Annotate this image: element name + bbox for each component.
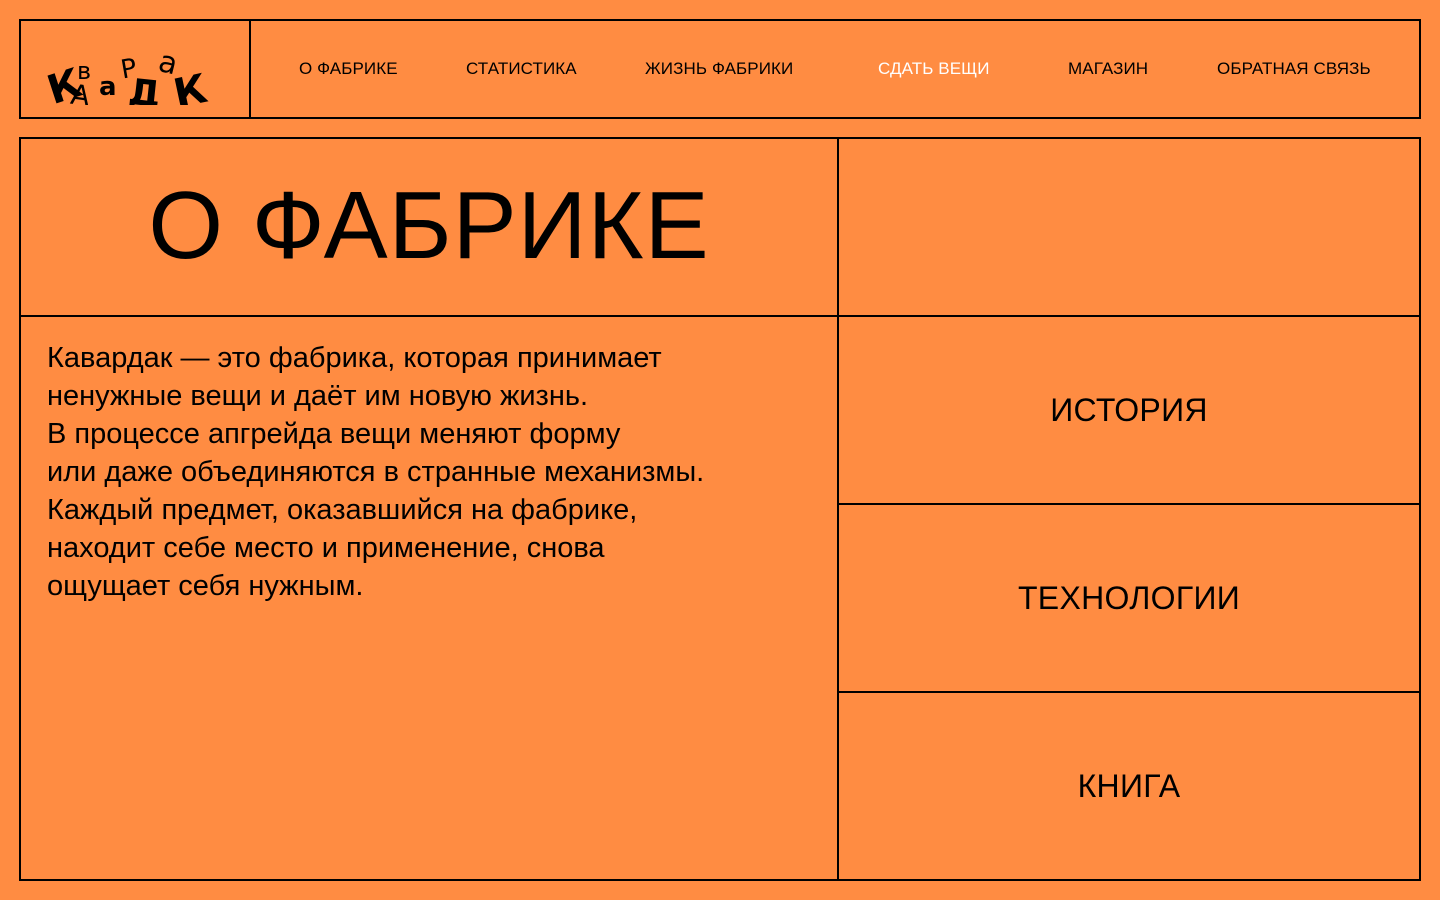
empty-top-right-cell (839, 139, 1419, 317)
main-content: О ФАБРИКЕ Кавардак — это фабрика, котора… (19, 137, 1421, 881)
svg-text:а: а (99, 72, 117, 102)
link-history[interactable]: ИСТОРИЯ (839, 317, 1419, 505)
kavardak-logo[interactable]: К в А а Р Д а К (41, 39, 221, 105)
link-technologies[interactable]: ТЕХНОЛОГИИ (839, 505, 1419, 693)
logo-cell: К в А а Р Д а К (21, 21, 251, 117)
main-nav: О ФАБРИКЕ СТАТИСТИКА ЖИЗНЬ ФАБРИКИ СДАТЬ… (251, 21, 1419, 117)
description-line: ощущает себя нужным. (47, 570, 364, 602)
nav-shop[interactable]: МАГАЗИН (1068, 21, 1148, 117)
description-cell: Кавардак — это фабрика, которая принимае… (21, 317, 839, 879)
svg-text:К: К (170, 66, 212, 105)
description-line: Каждый предмет, оказавшийся на фабрике, (47, 494, 638, 526)
description-line: находит себе место и применение, снова (47, 532, 605, 564)
description-line: или даже объединяются в странные механиз… (47, 456, 705, 488)
nav-feedback[interactable]: ОБРАТНАЯ СВЯЗЬ (1217, 21, 1371, 117)
description-line: В процессе апгрейда вещи меняют форму (47, 418, 621, 450)
page-title: О ФАБРИКЕ (148, 172, 710, 279)
nav-about[interactable]: О ФАБРИКЕ (299, 21, 398, 117)
nav-statistics[interactable]: СТАТИСТИКА (466, 21, 577, 117)
description-line: Кавардак — это фабрика, которая принимае… (47, 342, 662, 374)
description-line: ненужные вещи и даёт им новую жизнь. (47, 380, 589, 412)
title-cell: О ФАБРИКЕ (21, 139, 839, 317)
link-book[interactable]: КНИГА (839, 693, 1419, 879)
svg-text:А: А (69, 78, 93, 105)
site-header: К в А а Р Д а К О ФАБРИКЕ СТАТИСТИКА ЖИЗ… (19, 19, 1421, 119)
nav-factory-life[interactable]: ЖИЗНЬ ФАБРИКИ (645, 21, 793, 117)
nav-donate-items[interactable]: СДАТЬ ВЕЩИ (878, 21, 990, 117)
